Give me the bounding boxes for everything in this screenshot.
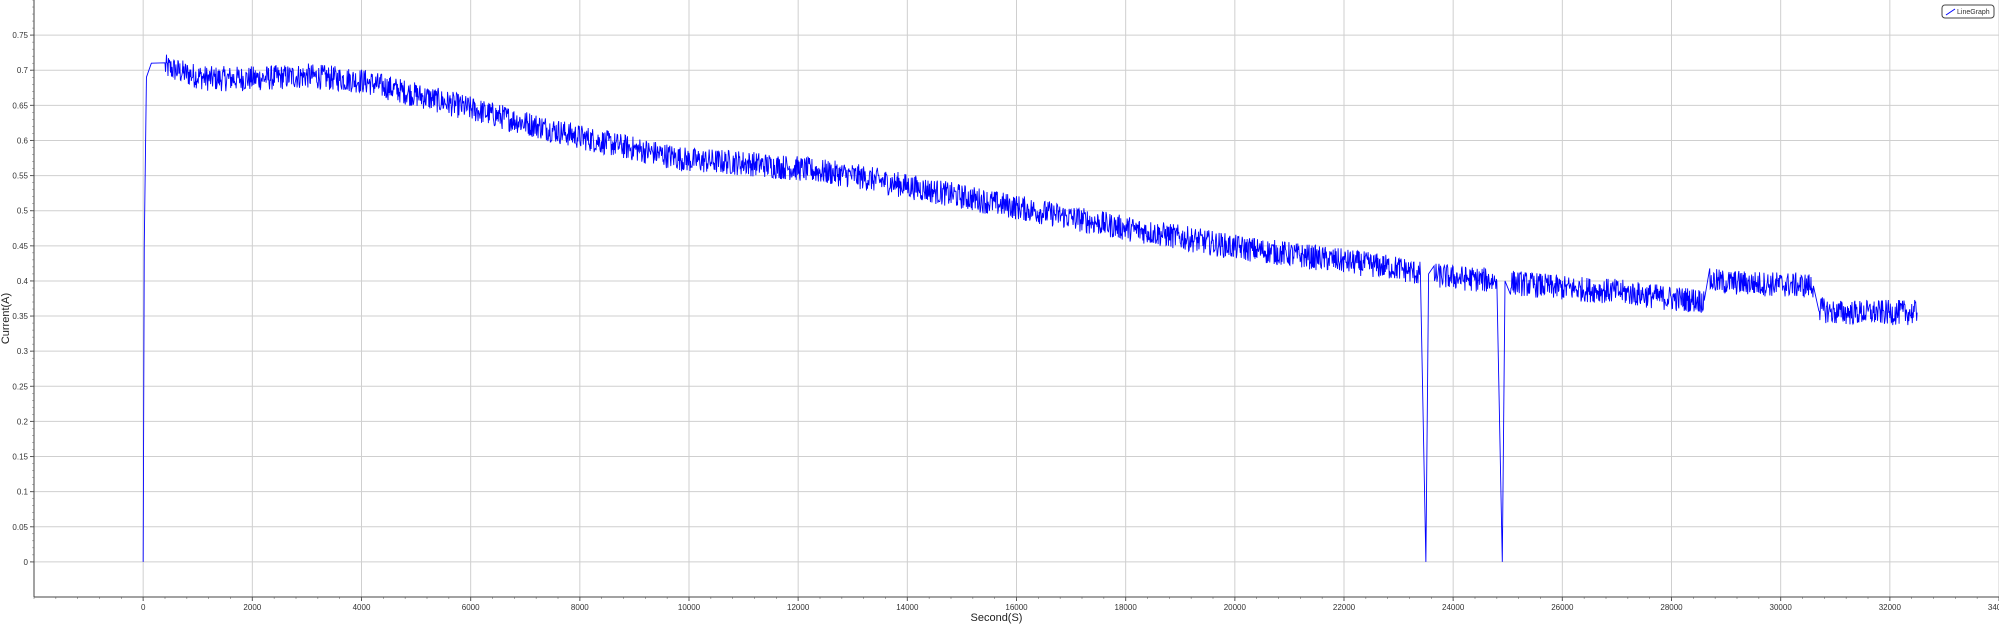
- tick-labels: 0 2000 4000 6000 8000 10000 12000 14000 16000 180…: [12, 31, 1999, 612]
- x-tick-label: 16000: [1005, 603, 1028, 612]
- line-chart: 0 2000 4000 6000 8000 10000 12000 14000 16000 180…: [0, 0, 1999, 624]
- y-tick-label: 0.2: [17, 417, 29, 426]
- y-tick-label: 0.45: [12, 242, 28, 251]
- x-tick-label: 32000: [1879, 603, 1902, 612]
- x-tick-label: 12000: [787, 603, 810, 612]
- x-tick-label: 24000: [1442, 603, 1465, 612]
- y-tick-label: 0.35: [12, 312, 28, 321]
- x-tick-label: 20000: [1224, 603, 1247, 612]
- x-tick-label: 8000: [571, 603, 589, 612]
- chart-container: 0 2000 4000 6000 8000 10000 12000 14000 16000 180…: [0, 0, 1999, 625]
- y-tick-label: 0.75: [12, 31, 28, 40]
- series-line-LineGraph: [142, 54, 1918, 562]
- legend-label: LineGraph: [1957, 9, 1990, 16]
- y-tick-label: 0.1: [17, 488, 29, 497]
- y-tick-label: 0.05: [12, 523, 28, 532]
- x-tick-label: 10000: [678, 603, 701, 612]
- y-tick-label: 0.7: [17, 66, 29, 75]
- y-tick-label: 0.4: [17, 277, 29, 286]
- y-tick-label: 0: [24, 558, 29, 567]
- y-tick-label: 0.5: [17, 207, 29, 216]
- x-axis-title: Second(S): [971, 612, 1023, 624]
- legend: LineGraph: [1941, 4, 1995, 19]
- y-tick-label: 0.55: [12, 172, 28, 181]
- y-axis-title: Current(A): [0, 293, 12, 344]
- x-tick-label: 4000: [353, 603, 371, 612]
- x-tick-label: 22000: [1333, 603, 1356, 612]
- x-tick-label: 0: [141, 603, 146, 612]
- x-tick-label: 28000: [1660, 603, 1683, 612]
- x-tick-label: 14000: [896, 603, 919, 612]
- series-layer: [142, 54, 1918, 562]
- y-tick-label: 0.25: [12, 382, 28, 391]
- x-tick-label: 6000: [462, 603, 480, 612]
- y-tick-label: 0.15: [12, 453, 28, 462]
- x-tick-label: 26000: [1551, 603, 1574, 612]
- x-tick-label: 18000: [1115, 603, 1138, 612]
- y-tick-label: 0.6: [17, 136, 29, 145]
- y-tick-label: 0.3: [17, 347, 29, 356]
- x-tick-label: 34000: [1988, 603, 1999, 612]
- y-tick-label: 0.65: [12, 101, 28, 110]
- x-tick-label: 30000: [1770, 603, 1793, 612]
- x-tick-label: 2000: [243, 603, 261, 612]
